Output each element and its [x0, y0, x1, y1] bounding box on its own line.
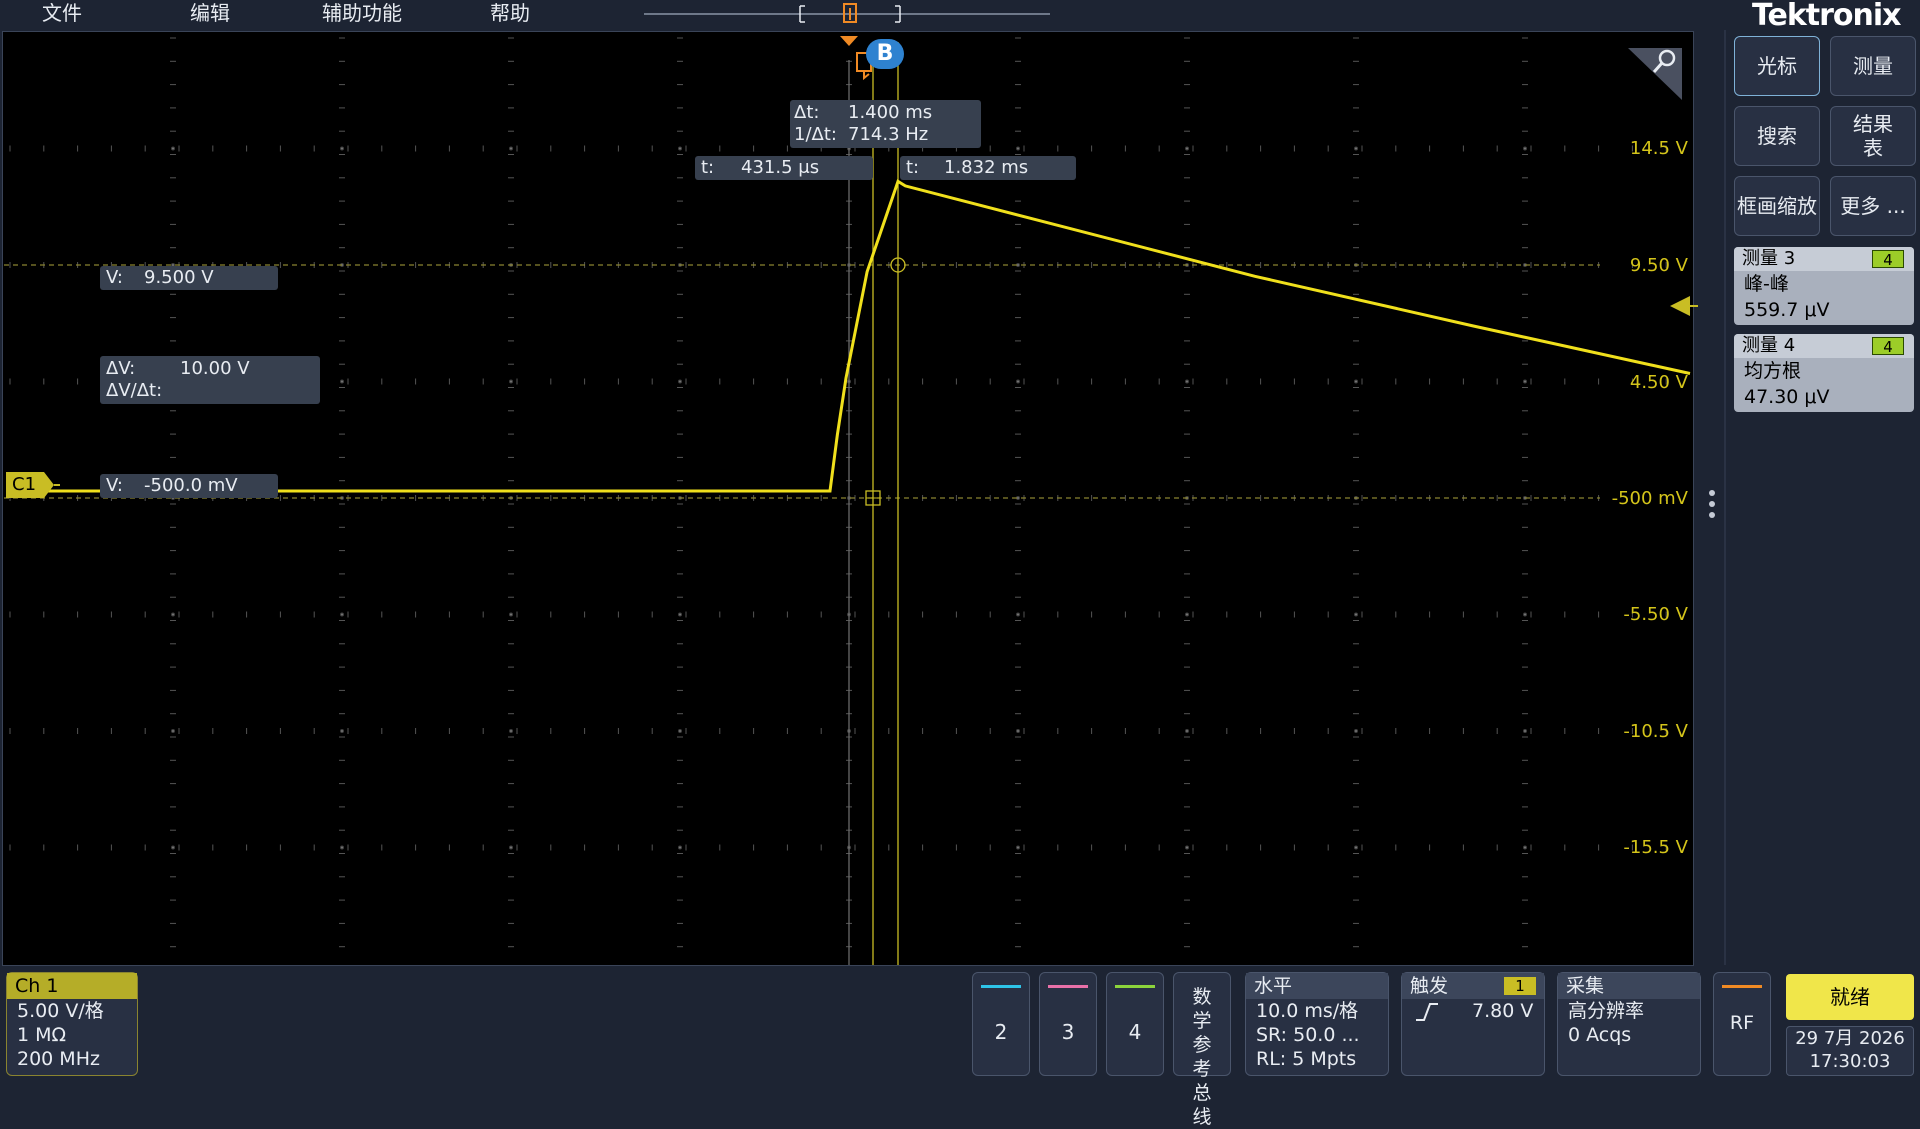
measurement-3-value: 559.7 μV — [1744, 299, 1830, 321]
measurement-4-card[interactable]: 测量 4 4 均方根 47.30 μV — [1734, 334, 1914, 412]
measurement-4-header: 测量 4 4 — [1734, 334, 1914, 358]
ch2-label: 2 — [994, 1020, 1008, 1044]
measurement-4-type: 均方根 — [1744, 360, 1802, 382]
rf-button[interactable]: RF — [1713, 972, 1771, 1076]
scale-label: 9.50 V — [1629, 255, 1688, 276]
cursors-button[interactable]: 光标 — [1734, 36, 1820, 96]
acquisition-badge[interactable]: 采集 高分辨率 0 Acqs — [1557, 972, 1701, 1076]
inv-delta-t-label: 1/Δt: — [794, 124, 837, 145]
results-table-button[interactable]: 结果表 — [1830, 106, 1916, 166]
scale-label: -500 mV — [1611, 488, 1688, 509]
trigger-time-marker — [840, 36, 858, 46]
scale-label: 4.50 V — [1629, 372, 1688, 393]
cursor-b-voltage-label: V: — [106, 267, 123, 288]
delta-v-readout[interactable]: ΔV: 10.00 V ΔV/Δt: — [100, 356, 320, 404]
more-button[interactable]: 更多 ... — [1830, 176, 1916, 236]
delta-v-dt-label: ΔV/Δt: — [106, 380, 163, 401]
rising-edge-icon — [1416, 1003, 1438, 1021]
trigger-badge[interactable]: 触发 1 7.80 V — [1401, 972, 1545, 1076]
trigger-level-value: 7.80 V — [1472, 1000, 1534, 1022]
ch2-button[interactable]: 2 — [972, 972, 1030, 1076]
rf-label: RF — [1729, 1012, 1755, 1034]
date-text: 29 7月 2026 — [1795, 1028, 1905, 1049]
measurement-4-value: 47.30 μV — [1744, 386, 1830, 408]
ch2-color-bar — [981, 985, 1021, 988]
time-text: 17:30:03 — [1809, 1051, 1891, 1072]
ch1-waveform — [44, 179, 1691, 493]
run-stop-status-button[interactable]: 就绪 — [1786, 974, 1914, 1020]
ch1-bandwidth: 200 MHz — [17, 1048, 100, 1070]
ch4-color-bar — [1115, 985, 1155, 988]
rf-color-bar — [1722, 985, 1762, 988]
measure-button[interactable]: 测量 — [1830, 36, 1916, 96]
ch1-badge[interactable]: Ch 1 5.00 V/格 1 MΩ 200 MHz — [6, 972, 138, 1076]
delta-t-label: Δt: — [794, 102, 820, 123]
trigger-b-badge[interactable]: B — [866, 39, 904, 69]
delta-t-readout[interactable]: Δt: 1.400 ms 1/Δt: 714.3 Hz — [790, 100, 981, 148]
cursor-b-voltage-value: 9.500 V — [144, 267, 214, 288]
horizontal-scale: 10.0 ms/格 — [1256, 1000, 1359, 1022]
delta-t-value: 1.400 ms — [848, 102, 933, 123]
panel-divider — [1724, 30, 1726, 965]
cursor-b-time-value: 1.832 ms — [944, 157, 1029, 178]
ch4-button[interactable]: 4 — [1106, 972, 1164, 1076]
trigger-level-arrow — [1670, 296, 1690, 316]
scale-label: 14.5 V — [1629, 138, 1688, 159]
horizontal-title: 水平 — [1246, 973, 1388, 999]
scale-label: -5.50 V — [1623, 604, 1688, 625]
brand-logo: Tektronix — [1752, 0, 1902, 33]
cursor-a-voltage-readout[interactable]: V: -500.0 mV — [100, 474, 278, 498]
cursor-b-time-label: t: — [906, 157, 920, 178]
cursor-a-time-label: t: — [701, 157, 715, 178]
math-ref-bus-button[interactable]: 数学参考总线 — [1173, 972, 1231, 1128]
cursor-a-voltage-value: -500.0 mV — [144, 475, 238, 496]
acquisition-count: 0 Acqs — [1568, 1024, 1632, 1046]
scale-label: -10.5 V — [1623, 721, 1688, 742]
delta-v-label: ΔV: — [106, 358, 136, 379]
inv-delta-t-value: 714.3 Hz — [848, 124, 929, 145]
measurement-3-header: 测量 3 4 — [1734, 247, 1914, 271]
horizontal-badge[interactable]: 水平 10.0 ms/格 SR: 50.0 ... RL: 5 Mpts — [1245, 972, 1389, 1076]
horizontal-sample-rate: SR: 50.0 ... — [1256, 1024, 1360, 1046]
search-button[interactable]: 搜索 — [1734, 106, 1820, 166]
measurement-3-title: 测量 3 — [1742, 248, 1796, 269]
ch4-label: 4 — [1128, 1020, 1142, 1044]
trigger-title: 触发 — [1410, 975, 1449, 997]
cursor-a-voltage-label: V: — [106, 475, 123, 496]
measurement-4-title: 测量 4 — [1742, 335, 1796, 356]
math-ref-bus-label: 数学参考总线 — [1192, 986, 1212, 1128]
ch1-ground-label: C1 — [12, 474, 37, 495]
delta-v-value: 10.00 V — [180, 358, 250, 379]
ch1-scale: 5.00 V/格 — [17, 1000, 104, 1022]
cursor-b-voltage-readout[interactable]: V: 9.500 V — [100, 266, 278, 290]
measurement-3-type: 峰-峰 — [1744, 273, 1789, 295]
ch1-title: Ch 1 — [7, 973, 137, 999]
scale-label: -15.5 V — [1623, 837, 1688, 858]
zoom-box-button[interactable]: 框画缩放 — [1734, 176, 1820, 236]
acquisition-mode: 高分辨率 — [1568, 1000, 1645, 1022]
date-time-display[interactable]: 29 7月 2026 17:30:03 — [1786, 1026, 1914, 1076]
ch3-label: 3 — [1061, 1020, 1075, 1044]
ch1-impedance: 1 MΩ — [17, 1024, 67, 1046]
cursor-a-time-value: 431.5 μs — [741, 157, 820, 178]
cursor-a-time-readout[interactable]: t: 431.5 μs — [695, 156, 873, 180]
trigger-source-badge: 1 — [1504, 977, 1536, 995]
measurement-3-card[interactable]: 测量 3 4 峰-峰 559.7 μV — [1734, 247, 1914, 325]
trigger-header: 触发 1 — [1402, 973, 1544, 999]
ch3-button[interactable]: 3 — [1039, 972, 1097, 1076]
measurement-4-source-badge: 4 — [1872, 337, 1904, 356]
trigger-b-label: B — [876, 41, 894, 66]
panel-resize-handle[interactable] — [1708, 490, 1716, 524]
measurement-3-source-badge: 4 — [1872, 250, 1904, 269]
cursor-b-time-readout[interactable]: t: 1.832 ms — [900, 156, 1076, 180]
ch3-color-bar — [1048, 985, 1088, 988]
horizontal-record-length: RL: 5 Mpts — [1256, 1048, 1357, 1070]
acquisition-title: 采集 — [1558, 973, 1700, 999]
